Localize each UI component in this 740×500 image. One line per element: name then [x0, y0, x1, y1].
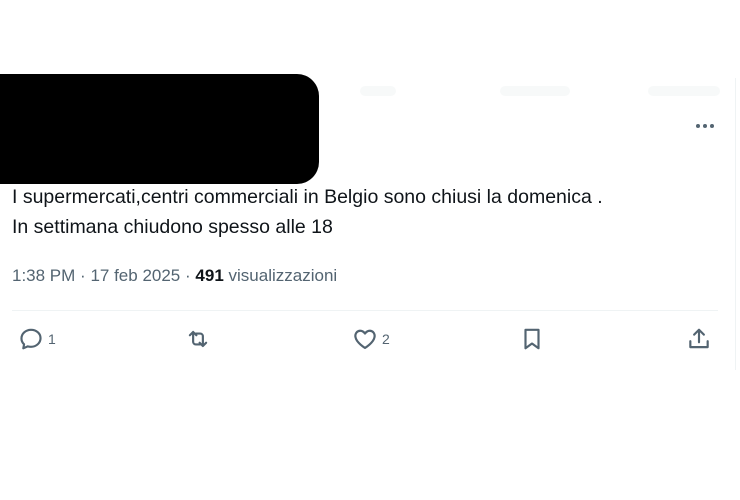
post-metadata: 1:38 PM · 17 feb 2025 · 491 visualizzazi… [12, 264, 337, 288]
post-date: 17 feb 2025 [90, 266, 181, 285]
timeline-border [735, 78, 736, 370]
more-options-button[interactable] [690, 114, 720, 138]
reply-count: 1 [48, 331, 56, 347]
like-button[interactable]: 2 [352, 324, 390, 354]
action-bar-divider [12, 310, 718, 311]
share-icon [689, 328, 709, 349]
repost-icon [188, 330, 208, 348]
post-time: 1:38 PM [12, 266, 76, 285]
views-count: 491 [195, 266, 224, 285]
faint-header-element [500, 86, 570, 96]
post-text-line: I supermercati,centri commerciali in Bel… [12, 186, 603, 208]
reply-icon [20, 328, 42, 350]
bookmark-icon [524, 328, 540, 350]
redacted-author-block [0, 74, 319, 184]
more-dots-icon [696, 124, 714, 128]
meta-separator: · [80, 266, 86, 285]
faint-header-element [648, 86, 720, 96]
bookmark-button[interactable] [519, 324, 545, 354]
post-page: I supermercati,centri commerciali in Bel… [0, 0, 740, 500]
post-text: I supermercati,centri commerciali in Bel… [12, 182, 712, 242]
like-count: 2 [382, 331, 390, 347]
views-label: visualizzazioni [228, 266, 338, 285]
heart-icon [354, 329, 376, 349]
faint-header-element [360, 86, 396, 96]
share-button[interactable] [686, 324, 712, 354]
reply-button[interactable]: 1 [18, 324, 56, 354]
post-time-link[interactable]: 1:38 PM · 17 feb 2025 [12, 266, 180, 285]
post-text-line: In settimana chiudono spesso alle 18 [12, 216, 333, 238]
meta-separator: · [185, 266, 191, 285]
repost-button[interactable] [185, 324, 211, 354]
